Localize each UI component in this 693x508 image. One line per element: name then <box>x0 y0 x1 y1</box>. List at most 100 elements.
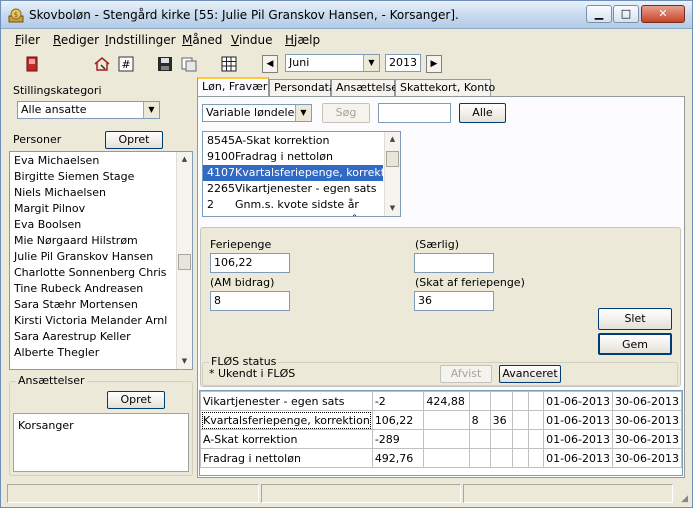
next-month-button[interactable]: ▶ <box>426 55 442 73</box>
loendel-list-item[interactable]: 2265Vikartjenester - egen sats <box>203 181 383 197</box>
calc-hash-icon[interactable]: # <box>117 55 135 73</box>
table-cell[interactable] <box>512 448 529 468</box>
table-cell[interactable] <box>423 448 470 468</box>
table-cell[interactable]: 30-06-2013 <box>612 391 682 411</box>
menu-vindue[interactable]: Vindue <box>231 33 273 47</box>
person-list-item[interactable]: Sara Aarestrup Keller <box>10 329 176 345</box>
kategori-select[interactable]: Alle ansatte ▼ <box>17 101 160 119</box>
table-cell[interactable]: 8 <box>468 410 491 430</box>
home-arrow-icon[interactable] <box>93 55 111 73</box>
prev-month-button[interactable]: ◀ <box>262 55 278 73</box>
table-row[interactable]: A-Skat korrektion -289 01-06-2013 30-06-201… <box>200 429 682 449</box>
table-cell[interactable]: 01-06-2013 <box>543 448 614 468</box>
loendel-list-item[interactable]: 2 Gnm.s. kvote sidste år <box>203 197 383 213</box>
table-cell[interactable] <box>423 429 470 449</box>
slet-button[interactable]: Slet <box>598 308 672 330</box>
year-field[interactable]: 2013 <box>385 54 421 72</box>
person-list-item[interactable]: Niels Michaelsen <box>10 185 176 201</box>
person-list-scrollbar[interactable]: ▲ ▼ <box>176 152 192 369</box>
menu-filer[interactable]: Filer <box>15 33 40 47</box>
table-cell[interactable]: Vikartjenester - egen sats <box>200 391 373 411</box>
tab-skattekort[interactable]: Skattekort, Konto <box>395 79 495 97</box>
table-row[interactable]: Vikartjenester - egen sats -2 424,88 01-06-… <box>200 391 682 411</box>
table-cell[interactable] <box>512 391 529 411</box>
menu-indstillinger[interactable]: Indstillinger <box>105 33 176 47</box>
am-bidrag-field[interactable]: 8 <box>210 291 290 311</box>
person-list-item[interactable]: Tine Rubeck Andreasen <box>10 281 176 297</box>
table-cell[interactable] <box>489 391 514 411</box>
table-cell[interactable] <box>468 391 491 411</box>
scroll-up-icon[interactable]: ▲ <box>385 132 400 147</box>
table-cell[interactable] <box>527 448 545 468</box>
table-cell[interactable]: 01-06-2013 <box>543 410 614 430</box>
gem-button[interactable]: Gem <box>598 333 672 355</box>
table-cell[interactable]: 30-06-2013 <box>612 448 682 468</box>
tab-loen-fravaer[interactable]: Løn, Fravær <box>197 77 269 98</box>
menu-maaned[interactable]: Måned <box>182 33 222 47</box>
saerlig-field[interactable] <box>414 253 494 273</box>
alle-button[interactable]: Alle <box>459 103 506 123</box>
table-cell[interactable]: 106,22 <box>371 410 425 430</box>
grid-table-icon[interactable] <box>220 55 238 73</box>
loendel-list-item[interactable]: 9100Fradrag i nettoløn <box>203 149 383 165</box>
table-cell[interactable]: 424,88 <box>423 391 470 411</box>
table-cell[interactable]: 30-06-2013 <box>612 429 682 449</box>
scroll-down-icon[interactable]: ▼ <box>385 201 400 216</box>
person-list-item[interactable]: Julie Pil Granskov Hansen <box>10 249 176 265</box>
menu-hjaelp[interactable]: Hjælp <box>285 33 320 47</box>
loendele-scrollbar[interactable]: ▲ ▼ <box>384 132 400 216</box>
table-cell[interactable]: 30-06-2013 <box>612 410 682 430</box>
soeg-button[interactable]: Søg <box>322 103 370 123</box>
table-cell[interactable]: 36 <box>489 410 514 430</box>
save-disk-icon[interactable] <box>156 55 174 73</box>
tab-ansaettelse[interactable]: Ansættelse <box>331 79 398 97</box>
month-select[interactable]: Juni ▼ <box>285 54 380 72</box>
person-list-item[interactable]: Alberte Thegler <box>10 345 176 361</box>
afvist-button[interactable]: Afvist <box>440 365 492 383</box>
skat-feriepenge-field[interactable]: 36 <box>414 291 494 311</box>
exit-door-icon[interactable] <box>23 55 41 73</box>
resize-grip-icon[interactable]: ◢ <box>681 494 688 504</box>
title-bar[interactable]: $ Skovboløn - Stengård kirke [55: Julie … <box>1 1 692 29</box>
person-list-item[interactable]: Margit Pilnov <box>10 201 176 217</box>
table-cell[interactable] <box>527 410 545 430</box>
table-cell[interactable] <box>527 429 545 449</box>
table-cell[interactable]: 492,76 <box>371 448 425 468</box>
feriepenge-field[interactable]: 106,22 <box>210 253 290 273</box>
loendel-list-item[interactable]: 4107Kvartalsferiepenge, korrektion <box>203 165 383 181</box>
search-input[interactable] <box>378 103 451 123</box>
avanceret-button[interactable]: Avanceret <box>499 365 561 383</box>
close-button[interactable]: ✕ <box>641 5 685 23</box>
table-cell[interactable] <box>423 410 470 430</box>
table-row[interactable]: Kvartalsferiepenge, korrektion 106,22 8 36 0… <box>200 410 682 430</box>
opret-person-button[interactable]: Opret <box>105 131 163 149</box>
table-cell[interactable]: Fradrag i nettoløn <box>200 448 373 468</box>
person-list-item[interactable]: Sara Stæhr Mortensen <box>10 297 176 313</box>
table-cell[interactable]: -289 <box>371 429 425 449</box>
person-list-item[interactable]: Kirsti Victoria Melander Arnl <box>10 313 176 329</box>
person-list-item[interactable]: Charlotte Sonnenberg Chris <box>10 265 176 281</box>
scroll-thumb[interactable] <box>386 151 399 167</box>
table-cell[interactable] <box>489 448 514 468</box>
person-list-item[interactable]: Eva Michaelsen <box>10 153 176 169</box>
print-copy-icon[interactable] <box>180 55 198 73</box>
opret-ansaettelse-button[interactable]: Opret <box>107 391 165 409</box>
table-cell[interactable] <box>527 391 545 411</box>
loendel-list-item[interactable]: 8545A-Skat korrektion <box>203 133 383 149</box>
table-cell[interactable] <box>489 429 514 449</box>
minimize-button[interactable]: ▁ <box>586 5 612 23</box>
loendel-list-item[interactable]: 3Gnm.s. kvote forrige år <box>203 213 383 216</box>
table-cell[interactable] <box>512 410 529 430</box>
person-list-item[interactable]: Birgitte Siemen Stage <box>10 169 176 185</box>
table-cell[interactable] <box>468 429 491 449</box>
maximize-button[interactable]: □ <box>613 5 639 23</box>
table-cell[interactable] <box>512 429 529 449</box>
scroll-thumb[interactable] <box>178 254 191 270</box>
person-list-item[interactable]: Mie Nørgaard Hilstrøm <box>10 233 176 249</box>
table-cell[interactable]: 01-06-2013 <box>543 391 614 411</box>
loendel-type-select[interactable]: Variable løndele ▼ <box>202 104 312 122</box>
table-cell[interactable]: Kvartalsferiepenge, korrektion <box>200 410 373 430</box>
menu-rediger[interactable]: Rediger <box>53 33 99 47</box>
scroll-down-icon[interactable]: ▼ <box>177 354 192 369</box>
scroll-up-icon[interactable]: ▲ <box>177 152 192 167</box>
